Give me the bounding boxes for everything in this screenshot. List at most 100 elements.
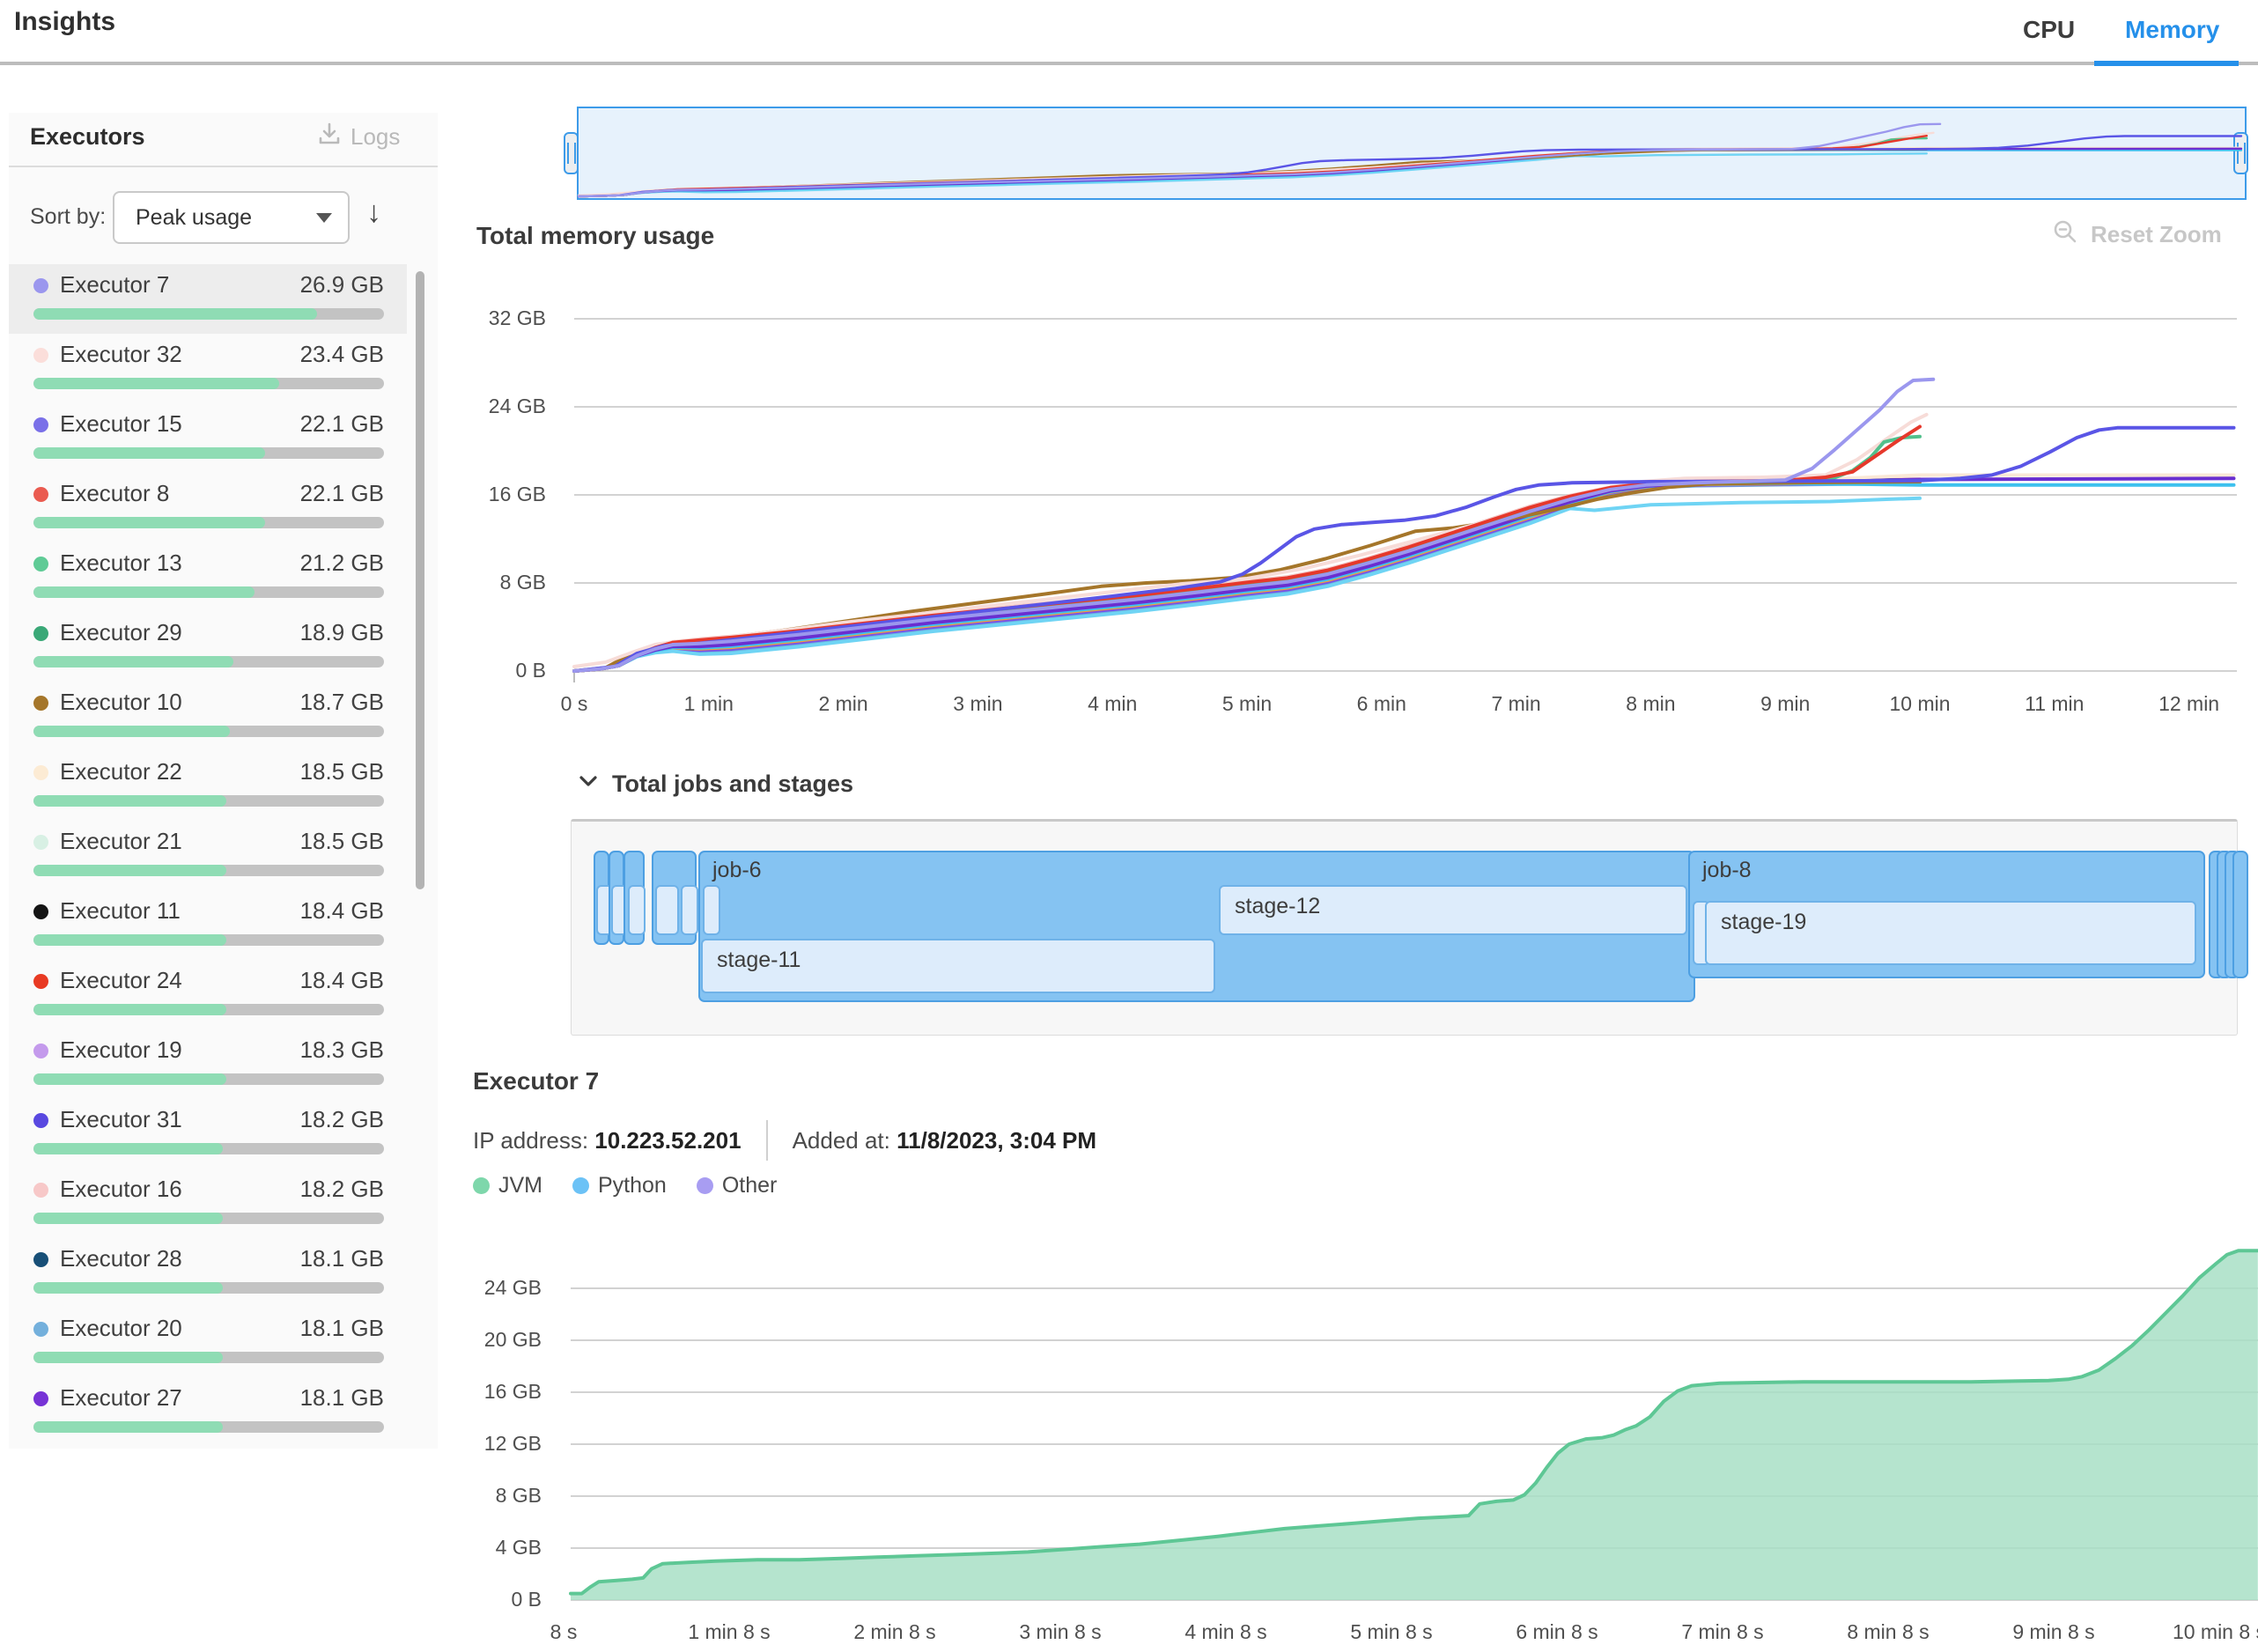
executor-usage-bar — [33, 378, 384, 389]
executor-list-item[interactable]: Executor 2418.4 GB — [9, 960, 407, 1029]
legend-label: Other — [722, 1173, 778, 1198]
executor-list-item[interactable]: Executor 2918.9 GB — [9, 612, 407, 682]
executor-list-item[interactable]: Executor 3118.2 GB — [9, 1099, 407, 1169]
axis-tick-label: 1 min — [638, 692, 779, 716]
executor-peak-value: 18.7 GB — [300, 689, 384, 716]
stage-block-stage-19[interactable]: stage-19 — [1705, 901, 2196, 965]
executor-list-item[interactable]: Executor 1321.2 GB — [9, 542, 407, 612]
brush-handle-left[interactable] — [564, 132, 579, 174]
executor-usage-bar — [33, 1352, 384, 1363]
legend-dot — [697, 1177, 713, 1194]
executor-color-dot — [33, 1391, 48, 1406]
executor-usage-fill — [33, 1421, 223, 1433]
executor-usage-bar — [33, 795, 384, 807]
executor-name: Executor 20 — [60, 1315, 182, 1342]
jobs-stages-title: Total jobs and stages — [612, 771, 853, 798]
executor-list-item[interactable]: Executor 726.9 GB — [9, 264, 407, 334]
executors-title: Executors — [30, 123, 145, 151]
added-label: Added at: — [793, 1127, 890, 1154]
executor-peak-value: 23.4 GB — [300, 341, 384, 368]
executor-list-item[interactable]: Executor 1118.4 GB — [9, 890, 407, 960]
executor-usage-fill — [33, 1282, 223, 1294]
executor-list-item[interactable]: Executor 1018.7 GB — [9, 682, 407, 751]
axis-tick-label: 2 min 8 s — [824, 1620, 965, 1644]
ip-value: 10.223.52.201 — [594, 1127, 741, 1154]
executor-list-item[interactable]: Executor 822.1 GB — [9, 473, 407, 542]
stage-block-stage-11[interactable]: stage-11 — [701, 939, 1215, 993]
executor-color-dot — [33, 626, 48, 641]
executor-usage-fill — [33, 308, 317, 320]
download-icon — [317, 122, 342, 152]
executor-peak-value: 18.5 GB — [300, 758, 384, 785]
executor-list-item[interactable]: Executor 2118.5 GB — [9, 821, 407, 890]
executor-usage-bar — [33, 517, 384, 528]
executor-usage-bar — [33, 1282, 384, 1294]
stage-block[interactable] — [681, 885, 698, 935]
executor-list-item[interactable]: Executor 2818.1 GB — [9, 1238, 407, 1308]
executor-list-item[interactable]: Executor 2018.1 GB — [9, 1308, 407, 1377]
legend-item-other: Other — [697, 1173, 778, 1198]
executor-peak-value: 18.1 GB — [300, 1384, 384, 1412]
executor-color-dot — [33, 417, 48, 432]
sort-direction-button[interactable]: ↓ — [366, 195, 381, 230]
executor-color-dot — [33, 278, 48, 293]
executor-color-dot — [33, 835, 48, 850]
axis-tick-label: 0 s — [504, 692, 645, 716]
executor-color-dot — [33, 1044, 48, 1058]
job-block[interactable] — [2232, 851, 2248, 978]
axis-tick-label: 10 min 8 s — [2149, 1620, 2258, 1644]
zoom-brush[interactable] — [577, 107, 2247, 200]
tab-memory[interactable]: Memory — [2125, 16, 2219, 44]
stage-block[interactable] — [703, 885, 720, 935]
logs-button[interactable]: Logs — [317, 122, 400, 152]
page-title: Insights — [14, 7, 115, 37]
jobs-stages-toggle[interactable]: Total jobs and stages — [577, 770, 853, 799]
sort-by-label: Sort by: — [30, 204, 106, 230]
axis-tick-label: 24 GB — [462, 395, 546, 418]
executor-color-dot — [33, 1252, 48, 1267]
stage-block[interactable] — [628, 885, 646, 935]
reset-zoom-button[interactable]: Reset Zoom — [2052, 218, 2222, 251]
axis-tick-label: 8 min — [1580, 692, 1721, 716]
executor-peak-value: 18.4 GB — [300, 897, 384, 925]
executor-usage-bar — [33, 1004, 384, 1015]
axis-tick-label: 32 GB — [462, 306, 546, 330]
grip-icon — [567, 143, 576, 164]
sort-dropdown[interactable]: Peak usage — [113, 191, 350, 244]
executor-usage-fill — [33, 517, 265, 528]
executor-usage-bar — [33, 656, 384, 667]
executor-usage-fill — [33, 1073, 226, 1085]
executor-color-dot — [33, 487, 48, 502]
sidebar-scrollbar[interactable] — [416, 271, 424, 889]
executor-name: Executor 21 — [60, 828, 182, 855]
executor-list-item[interactable]: Executor 1918.3 GB — [9, 1029, 407, 1099]
stage-block-stage-12[interactable]: stage-12 — [1219, 885, 1687, 935]
executor-list-item[interactable]: Executor 1618.2 GB — [9, 1169, 407, 1238]
executor-name: Executor 31 — [60, 1106, 182, 1133]
executor-list-item[interactable]: Executor 1522.1 GB — [9, 403, 407, 473]
tab-cpu[interactable]: CPU — [2023, 16, 2075, 44]
executor-usage-bar — [33, 865, 384, 876]
executor-usage-bar — [33, 726, 384, 737]
legend-item-python: Python — [572, 1173, 667, 1198]
executor-usage-bar — [33, 1073, 384, 1085]
executor-color-dot — [33, 1183, 48, 1198]
executor-usage-fill — [33, 865, 226, 876]
executor-name: Executor 16 — [60, 1176, 182, 1203]
executor-list-item[interactable]: Executor 2218.5 GB — [9, 751, 407, 821]
executor-peak-value: 18.9 GB — [300, 619, 384, 646]
axis-tick-label: 0 B — [462, 659, 546, 682]
executor-list-item[interactable]: Executor 2718.1 GB — [9, 1377, 407, 1447]
axis-tick-label: 8 min 8 s — [1818, 1620, 1959, 1644]
executor-list-item[interactable]: Executor 3223.4 GB — [9, 334, 407, 403]
stage-block[interactable] — [655, 885, 679, 935]
executor-detail-title: Executor 7 — [473, 1067, 599, 1095]
axis-tick-label: 9 min — [1715, 692, 1856, 716]
executor-usage-fill — [33, 586, 255, 598]
executor-color-dot — [33, 1113, 48, 1128]
axis-tick-label: 4 min — [1042, 692, 1183, 716]
insights-page: Insights CPU Memory Executors Logs Sort … — [0, 0, 2258, 1652]
brush-handle-right[interactable] — [2233, 132, 2248, 174]
executor-peak-value: 21.2 GB — [300, 549, 384, 577]
executor-name: Executor 7 — [60, 271, 169, 299]
